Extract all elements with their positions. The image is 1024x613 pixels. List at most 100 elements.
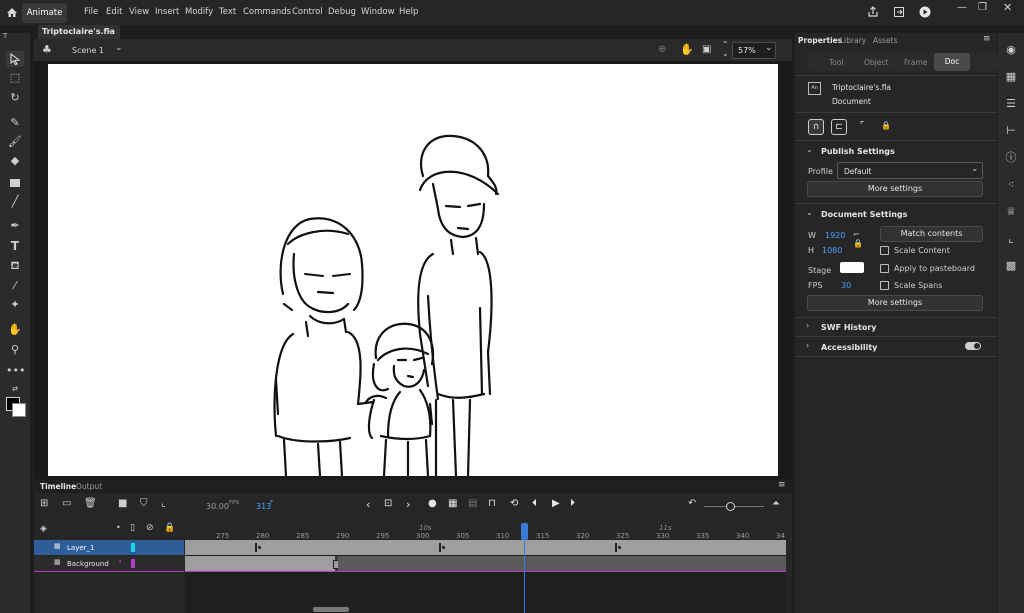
layer-name[interactable]: Layer_1 <box>67 544 94 552</box>
keyframe-dot[interactable] <box>442 546 445 549</box>
match-contents-button[interactable]: Match contents <box>880 226 983 242</box>
menu-view[interactable]: View <box>129 7 149 17</box>
menu-debug[interactable]: Debug <box>328 7 356 17</box>
height-value[interactable]: 1080 <box>822 246 842 255</box>
delete-layer-icon[interactable]: 🗑 <box>84 498 97 509</box>
rectangle-icon[interactable] <box>6 175 24 191</box>
prev-keyframe-icon[interactable]: ‹ <box>366 498 370 511</box>
hide-all-icon[interactable]: ⊘ <box>146 523 154 533</box>
zoom-stepper-icon[interactable]: ⌃ ⌄ <box>722 40 729 58</box>
accessibility-chevron-icon[interactable]: › <box>806 341 809 350</box>
home-icon[interactable] <box>6 7 18 18</box>
lasso-icon[interactable]: ↻ <box>6 90 24 106</box>
step-back-icon[interactable]: ⏴ <box>532 498 537 509</box>
code-snippets-icon[interactable]: ▩ <box>1003 258 1019 274</box>
swap-colors-icon[interactable]: ⇄ <box>6 381 24 397</box>
swatches-icon[interactable]: ▦ <box>1003 69 1019 85</box>
tab-timeline[interactable]: Timeline <box>40 482 76 491</box>
frames-area[interactable]: 10s 11s 275 280 285 290 295 300 305 310 … <box>185 523 786 613</box>
center-stage-icon[interactable]: ⊕ <box>658 44 666 55</box>
frame-ruler[interactable]: 10s 11s 275 280 285 290 295 300 305 310 … <box>185 523 786 540</box>
playback-range-icon[interactable]: ⊓ <box>488 498 496 509</box>
profile-select[interactable]: Default ⌄ <box>837 162 983 179</box>
keyframe-marker[interactable] <box>255 543 257 552</box>
snap-align-icon[interactable]: ⊏ <box>831 119 847 135</box>
minimize-icon[interactable]: — <box>957 2 967 13</box>
document-tab[interactable]: Triptoclaire's.fla × <box>38 25 120 39</box>
scale-content-checkbox[interactable] <box>880 246 889 255</box>
publish-more-settings-button[interactable]: More settings <box>807 181 983 197</box>
outline-icon[interactable]: ▯ <box>130 523 135 533</box>
highlight-dot-icon[interactable]: • <box>116 523 121 532</box>
timeline-menu-icon[interactable]: ≡ <box>778 480 786 490</box>
menu-modify[interactable]: Modify <box>185 7 213 17</box>
layer-parenting-icon[interactable]: ⛉ <box>140 498 148 509</box>
align-icon[interactable]: ⊢ <box>1003 123 1019 139</box>
selection-tool-icon[interactable] <box>6 51 24 67</box>
insert-keyframe-icon[interactable]: ⊡ <box>384 498 392 509</box>
tab-assets[interactable]: Assets <box>873 36 897 45</box>
pen-icon[interactable]: ✒ <box>6 218 24 234</box>
play-icon[interactable]: ▶ <box>552 498 560 509</box>
swf-history-chevron-icon[interactable]: › <box>806 321 809 330</box>
paint-brush-icon[interactable]: 🖌 <box>6 134 24 150</box>
more-tools-icon[interactable]: ••• <box>6 363 25 379</box>
graph-icon[interactable]: ⌞ <box>161 498 166 509</box>
panel-menu-icon[interactable]: ≡ <box>983 34 991 44</box>
layer-name[interactable]: Background <box>67 560 109 568</box>
export-icon[interactable] <box>893 6 905 18</box>
doc-settings-chevron-icon[interactable]: ⌄ <box>806 208 813 217</box>
frame-row-background[interactable] <box>185 556 786 571</box>
share-icon[interactable] <box>867 6 879 18</box>
menu-file[interactable]: File <box>84 7 98 17</box>
layer-row-background[interactable]: ▦ Background • <box>34 556 184 571</box>
doc-more-settings-button[interactable]: More settings <box>807 295 983 311</box>
scene-icon[interactable]: ♣ <box>42 43 52 56</box>
scene-dropdown-icon[interactable]: ⌄ <box>115 43 123 53</box>
frame-span[interactable] <box>338 556 786 571</box>
keyframe-marker[interactable] <box>439 543 441 552</box>
free-transform-icon[interactable]: ⬚ <box>6 70 24 86</box>
fit-timeline-icon[interactable]: ⏶ <box>772 498 780 509</box>
menu-help[interactable]: Help <box>399 7 418 17</box>
width-value[interactable]: 1920 <box>825 231 845 240</box>
scene-name[interactable]: Scene 1 <box>72 46 104 55</box>
keyframe-dot[interactable] <box>258 546 261 549</box>
keyframe-marker[interactable] <box>615 543 617 552</box>
lock-all-icon[interactable]: 🔒 <box>164 523 175 533</box>
frame-picker-icon[interactable]: ☰ <box>1003 96 1019 112</box>
camera-icon[interactable]: ✋ <box>680 43 694 56</box>
menu-commands[interactable]: Commands <box>243 7 291 17</box>
menu-insert[interactable]: Insert <box>155 7 179 17</box>
next-keyframe-icon[interactable]: › <box>406 498 410 511</box>
layer-dot-icon[interactable]: • <box>118 558 122 566</box>
clip-icon[interactable]: ▣ <box>702 44 711 55</box>
subtab-doc[interactable]: Doc <box>934 53 970 71</box>
menu-edit[interactable]: Edit <box>106 7 122 17</box>
subtab-tool[interactable]: Tool <box>829 58 844 67</box>
publish-settings-title[interactable]: Publish Settings <box>821 147 895 156</box>
keyframe-dot[interactable] <box>618 546 621 549</box>
eyedropper-icon[interactable]: ⁄ <box>6 278 24 294</box>
tab-library[interactable]: Library <box>840 36 866 45</box>
menu-control[interactable]: Control <box>292 7 323 17</box>
accessibility-toggle[interactable] <box>965 342 981 350</box>
app-tab[interactable]: Animate <box>22 3 67 23</box>
apply-pasteboard-checkbox[interactable] <box>880 264 889 273</box>
brush-icon[interactable]: ✎ <box>6 115 24 131</box>
text-icon[interactable]: T <box>6 238 24 254</box>
new-layer-icon[interactable]: ⊞ <box>40 498 48 509</box>
tools-collapse-icon[interactable]: T <box>3 32 7 40</box>
scale-spans-checkbox[interactable] <box>880 281 889 290</box>
layer-color-swatch[interactable] <box>131 543 135 552</box>
tab-properties[interactable]: Properties <box>798 36 842 45</box>
frame-center-icon[interactable]: ▤ <box>468 498 477 509</box>
motion-presets-icon[interactable]: ⁖ <box>1003 177 1019 193</box>
timeline-zoom-thumb[interactable] <box>726 502 735 511</box>
fill-color-swatch[interactable] <box>12 403 26 417</box>
undo-icon[interactable]: ↶ <box>688 498 696 509</box>
timeline-zoom-slider[interactable] <box>704 502 764 511</box>
test-movie-icon[interactable] <box>919 6 931 18</box>
link-dimensions-icon[interactable]: ⌐ 🔒 <box>853 230 863 248</box>
document-settings-title[interactable]: Document Settings <box>821 210 907 219</box>
